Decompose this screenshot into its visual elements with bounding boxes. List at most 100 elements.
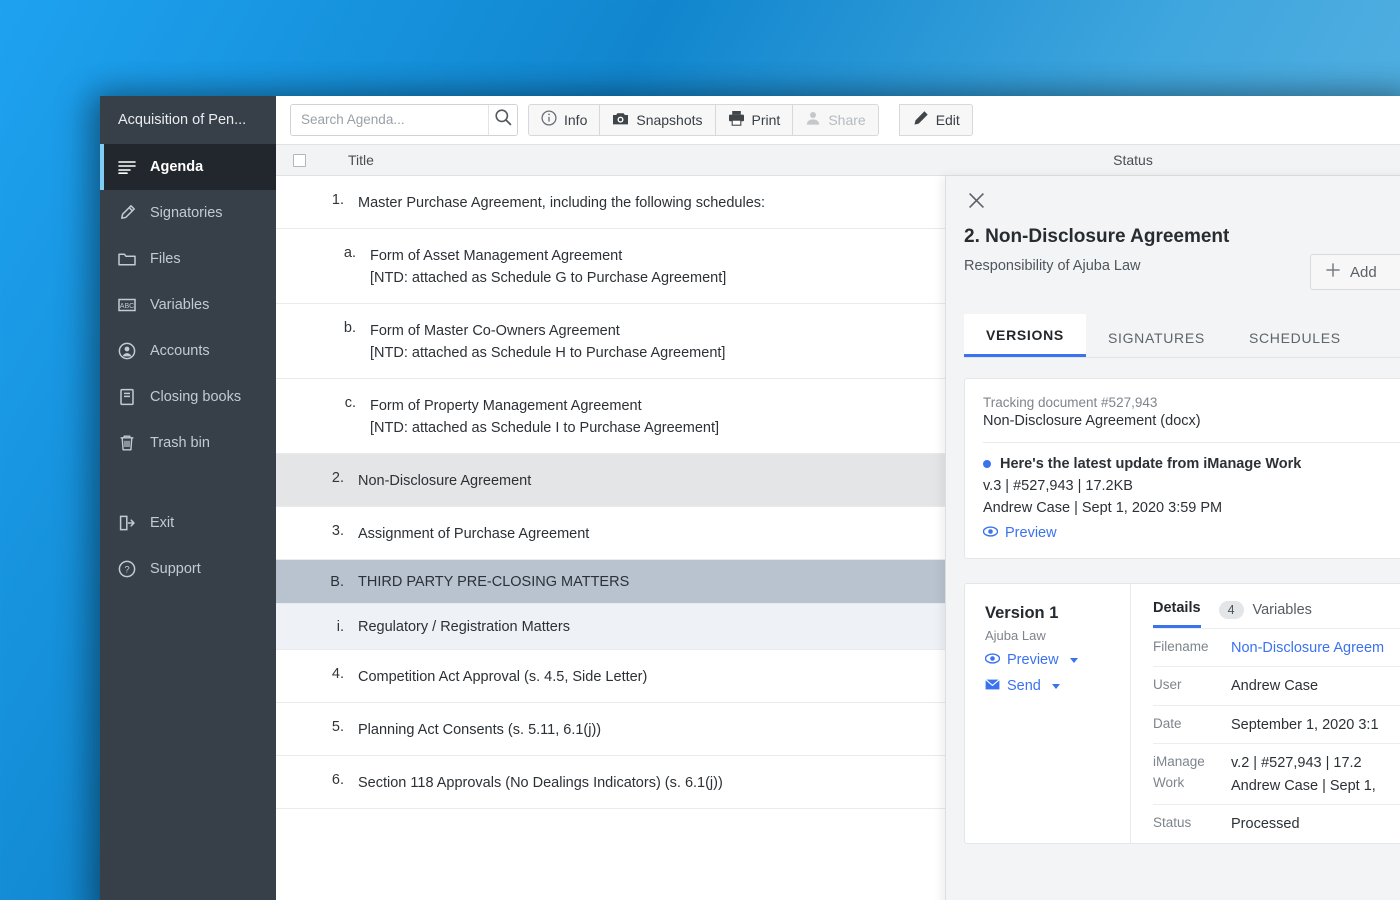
user-circle-icon bbox=[118, 342, 136, 360]
version-card-left: Version 1 Ajuba Law Preview Send bbox=[965, 584, 1131, 843]
sidebar-item-support[interactable]: ? Support bbox=[100, 546, 276, 592]
version-preview-label: Preview bbox=[1007, 652, 1059, 668]
column-header-title[interactable]: Title bbox=[322, 152, 946, 168]
sidebar-item-label: Files bbox=[150, 251, 181, 267]
share-button[interactable]: Share bbox=[793, 103, 879, 136]
plus-icon bbox=[1325, 262, 1341, 282]
tab-details[interactable]: Details bbox=[1153, 600, 1201, 628]
sidebar-item-label: Support bbox=[150, 561, 201, 577]
toolbar-button-group: Info Snapshots Print Share bbox=[528, 103, 879, 136]
chevron-down-icon bbox=[1051, 683, 1060, 689]
details-value-status: Processed bbox=[1231, 816, 1300, 833]
sidebar-item-label: Signatories bbox=[150, 205, 223, 221]
update-headline-row: Here's the latest update from iManage Wo… bbox=[983, 456, 1400, 472]
agenda-lines-icon bbox=[118, 158, 136, 176]
details-row: Date September 1, 2020 3:1 bbox=[1153, 704, 1400, 743]
sidebar-item-files[interactable]: Files bbox=[100, 236, 276, 282]
edit-button[interactable]: Edit bbox=[898, 103, 973, 136]
snapshots-button[interactable]: Snapshots bbox=[600, 103, 716, 136]
sidebar-item-label: Trash bin bbox=[150, 435, 210, 451]
toolbar: Info Snapshots Print bbox=[276, 96, 1400, 144]
abc-icon: ABC bbox=[118, 296, 136, 314]
details-row: iManage Work v.2 | #527,943 | 17.2 Andre… bbox=[1153, 743, 1400, 804]
tab-versions[interactable]: VERSIONS bbox=[964, 314, 1086, 357]
info-button[interactable]: Info bbox=[528, 103, 601, 136]
info-circle-icon bbox=[541, 110, 557, 129]
select-all-checkbox[interactable] bbox=[292, 153, 306, 167]
divider bbox=[983, 442, 1400, 443]
add-button-label: Add bbox=[1350, 263, 1377, 281]
close-icon[interactable] bbox=[964, 188, 988, 212]
add-button[interactable]: Add bbox=[1310, 254, 1400, 290]
version-owner: Ajuba Law bbox=[985, 628, 1046, 643]
sidebar-item-exit[interactable]: Exit bbox=[100, 500, 276, 546]
version-preview-link[interactable]: Preview bbox=[984, 652, 1078, 668]
version-card: Version 1 Ajuba Law Preview Send Details… bbox=[964, 583, 1400, 844]
preview-link[interactable]: Preview bbox=[982, 525, 1057, 541]
sidebar-item-accounts[interactable]: Accounts bbox=[100, 328, 276, 374]
sidebar-item-label: Accounts bbox=[150, 343, 210, 359]
details-table: Filename Non-Disclosure Agreem User Andr… bbox=[1153, 628, 1400, 843]
update-headline: Here's the latest update from iManage Wo… bbox=[1000, 456, 1302, 472]
tab-variables[interactable]: 4 Variables bbox=[1218, 600, 1312, 628]
details-key: User bbox=[1153, 677, 1182, 693]
tracking-line: Tracking document #527,943 bbox=[983, 395, 1158, 410]
detail-tabs: VERSIONS SIGNATURES SCHEDULES bbox=[964, 314, 1400, 358]
svg-text:?: ? bbox=[124, 565, 129, 576]
svg-text:ABC: ABC bbox=[120, 303, 134, 310]
column-header-status[interactable]: Status bbox=[946, 152, 1400, 168]
pencil-icon bbox=[912, 110, 929, 130]
row-number: c. bbox=[344, 395, 356, 412]
person-share-icon bbox=[805, 110, 821, 129]
tab-schedules[interactable]: SCHEDULES bbox=[1227, 317, 1363, 357]
version-send-link[interactable]: Send bbox=[985, 678, 1060, 694]
search-input[interactable] bbox=[291, 104, 488, 135]
tracking-document-name: Non-Disclosure Agreement (docx) bbox=[983, 413, 1201, 429]
book-icon bbox=[118, 388, 136, 406]
row-number: 5. bbox=[331, 719, 344, 736]
pen-icon bbox=[118, 204, 136, 222]
search-box[interactable] bbox=[290, 103, 518, 136]
printer-icon bbox=[728, 110, 745, 129]
envelope-icon bbox=[985, 678, 1000, 694]
details-key: Filename bbox=[1153, 639, 1209, 654]
sidebar-item-signatories[interactable]: Signatories bbox=[100, 190, 276, 236]
toolbar-button-label: Snapshots bbox=[636, 111, 703, 128]
version-send-label: Send bbox=[1007, 678, 1041, 694]
row-number: 6. bbox=[331, 772, 344, 789]
toolbar-button-label: Edit bbox=[935, 111, 960, 128]
select-all-cell[interactable] bbox=[276, 153, 322, 167]
preview-link-label: Preview bbox=[1005, 525, 1057, 541]
main-area: Info Snapshots Print bbox=[276, 96, 1400, 900]
sidebar-item-variables[interactable]: ABC Variables bbox=[100, 282, 276, 328]
camera-icon bbox=[612, 111, 629, 129]
print-button[interactable]: Print bbox=[715, 103, 794, 136]
search-button[interactable] bbox=[488, 104, 517, 135]
sidebar-item-trash-bin[interactable]: Trash bin bbox=[100, 420, 276, 466]
toolbar-button-label: Share bbox=[828, 111, 866, 128]
sidebar-item-label: Agenda bbox=[150, 159, 204, 175]
detail-title: 2. Non-Disclosure Agreement bbox=[964, 226, 1230, 247]
chevron-down-icon bbox=[1069, 657, 1078, 663]
update-meta: v.3 | #527,943 | 17.2KB bbox=[983, 478, 1133, 494]
row-number: 1. bbox=[331, 192, 344, 208]
status-dot-icon bbox=[983, 460, 991, 468]
folder-icon bbox=[118, 250, 136, 268]
row-number: 2. bbox=[331, 470, 344, 487]
toolbar-button-label: Info bbox=[564, 111, 588, 128]
details-value-filename[interactable]: Non-Disclosure Agreem bbox=[1231, 637, 1400, 659]
sidebar: Acquisition of Pen... Agenda Signatories… bbox=[100, 96, 276, 900]
row-number: 3. bbox=[331, 523, 344, 540]
tab-signatures[interactable]: SIGNATURES bbox=[1086, 317, 1227, 357]
sidebar-item-label: Variables bbox=[150, 297, 210, 313]
details-value-date: September 1, 2020 3:1 bbox=[1231, 716, 1379, 733]
sidebar-item-label: Closing books bbox=[150, 389, 242, 405]
details-value-user: Andrew Case bbox=[1231, 678, 1319, 695]
magnifier-icon bbox=[494, 108, 512, 131]
version-card-tabs: Details 4 Variables bbox=[1153, 600, 1400, 628]
detail-subtitle: Responsibility of Ajuba Law bbox=[964, 258, 1141, 274]
eye-icon bbox=[984, 652, 1001, 668]
sidebar-item-closing-books[interactable]: Closing books bbox=[100, 374, 276, 420]
sidebar-item-agenda[interactable]: Agenda bbox=[100, 144, 276, 190]
